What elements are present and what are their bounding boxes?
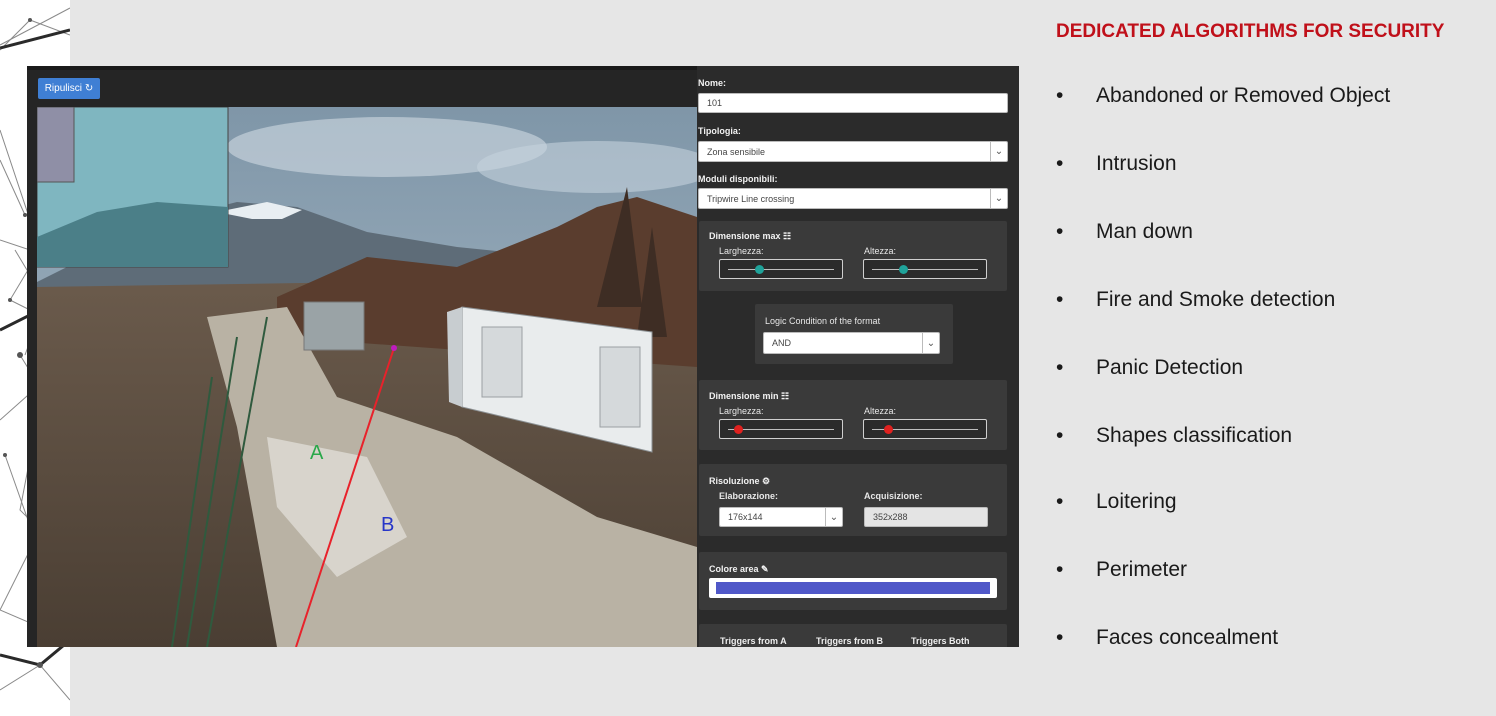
bullet-icon: • bbox=[1056, 424, 1064, 447]
list-item-label: Perimeter bbox=[1096, 558, 1188, 581]
list-item-label: Shapes classification bbox=[1096, 424, 1293, 447]
min-width-label: Larghezza: bbox=[719, 406, 764, 416]
list-item-label: Abandoned or Removed Object bbox=[1096, 84, 1391, 107]
max-dimension-box: Dimensione max ☷ Larghezza: Altezza: bbox=[699, 221, 1007, 291]
min-width-slider-knob[interactable] bbox=[734, 425, 744, 434]
bullet-icon: • bbox=[1056, 288, 1064, 311]
modules-select-value: Tripwire Line crossing bbox=[707, 193, 795, 204]
sliders-icon: ☷ bbox=[781, 391, 790, 401]
area-color-picker[interactable] bbox=[709, 578, 997, 598]
settings-panel: Nome: 101 Tipologia: Zona sensibile ⌄ Mo… bbox=[697, 66, 1019, 647]
type-select-value: Zona sensibile bbox=[707, 146, 766, 157]
max-dimension-label: Dimensione max bbox=[709, 231, 781, 241]
area-color-label: Colore area bbox=[709, 564, 759, 574]
processing-label: Elaborazione: bbox=[719, 491, 779, 501]
min-dimension-title: Dimensione min ☷ bbox=[709, 391, 789, 402]
bullet-icon: • bbox=[1056, 220, 1064, 243]
trigger-both[interactable]: Triggers Both bbox=[911, 636, 970, 646]
chevron-down-icon: ⌄ bbox=[922, 333, 939, 353]
bullet-icon: • bbox=[1056, 84, 1064, 107]
reset-button[interactable]: Ripulisci ↻ bbox=[38, 78, 100, 99]
max-dimension-title: Dimensione max ☷ bbox=[709, 231, 791, 242]
analytics-config-screenshot: A B Ripulisci ↻ Nome: 101 Tipologia: Zon… bbox=[27, 66, 1019, 647]
logic-condition-value: AND bbox=[772, 338, 792, 348]
bullet-icon: • bbox=[1056, 356, 1064, 379]
sliders-icon: ☷ bbox=[783, 231, 792, 241]
min-height-slider-knob[interactable] bbox=[883, 425, 893, 434]
type-label: Tipologia: bbox=[698, 126, 741, 136]
max-height-slider[interactable] bbox=[863, 259, 987, 279]
bullet-icon: • bbox=[1056, 558, 1064, 581]
bullet-icon: • bbox=[1056, 152, 1064, 175]
modules-label: Moduli disponibili: bbox=[698, 174, 778, 184]
list-item-label: Loitering bbox=[1096, 490, 1177, 513]
acquisition-label: Acquisizione: bbox=[864, 491, 923, 501]
chevron-down-icon: ⌄ bbox=[990, 142, 1007, 161]
min-dimension-box: Dimensione min ☷ Larghezza: Altezza: bbox=[699, 380, 1007, 450]
logic-condition-label: Logic Condition of the format bbox=[765, 316, 881, 326]
name-label: Nome: bbox=[698, 78, 727, 88]
area-color-title: Colore area ✎ bbox=[709, 564, 769, 575]
area-color-box: Colore area ✎ bbox=[699, 552, 1007, 610]
min-dimension-label: Dimensione min bbox=[709, 391, 779, 401]
processing-select[interactable]: 176x144 ⌄ bbox=[719, 507, 843, 527]
min-width-slider[interactable] bbox=[719, 419, 843, 439]
logic-condition-select[interactable]: AND ⌄ bbox=[763, 332, 940, 354]
max-width-slider-knob[interactable] bbox=[755, 265, 765, 274]
area-color-swatch bbox=[716, 582, 990, 594]
resolution-title: Risoluzione ⚙ bbox=[709, 476, 770, 487]
min-height-label: Altezza: bbox=[864, 406, 897, 416]
bullet-icon: • bbox=[1056, 626, 1064, 649]
refresh-icon: ↻ bbox=[84, 83, 94, 94]
max-width-slider[interactable] bbox=[719, 259, 843, 279]
bullet-icon: • bbox=[1056, 490, 1064, 513]
tripwire-side-b: B bbox=[381, 514, 394, 536]
list-item-label: Panic Detection bbox=[1096, 356, 1244, 379]
list-item-label: Intrusion bbox=[1096, 152, 1177, 175]
gears-icon: ⚙ bbox=[762, 476, 771, 486]
list-item-label: Faces concealment bbox=[1096, 626, 1279, 649]
max-height-label: Altezza: bbox=[864, 246, 897, 256]
reset-label: Ripulisci bbox=[44, 83, 82, 94]
max-width-label: Larghezza: bbox=[719, 246, 764, 256]
trigger-from-b[interactable]: Triggers from B bbox=[816, 636, 883, 646]
tripwire-side-a: A bbox=[310, 442, 324, 464]
list-item-label: Fire and Smoke detection bbox=[1096, 288, 1336, 311]
modules-select[interactable]: Tripwire Line crossing ⌄ bbox=[698, 188, 1008, 209]
type-select[interactable]: Zona sensibile ⌄ bbox=[698, 141, 1008, 162]
slide-title: DEDICATED ALGORITHMS FOR SECURITY bbox=[1056, 21, 1445, 42]
resolution-box: Risoluzione ⚙ Elaborazione: Acquisizione… bbox=[699, 464, 1007, 536]
camera-view[interactable]: A B bbox=[37, 107, 697, 647]
name-input[interactable]: 101 bbox=[698, 93, 1008, 113]
resolution-label: Risoluzione bbox=[709, 476, 760, 486]
list-item-label: Man down bbox=[1096, 220, 1193, 243]
logic-condition-box: Logic Condition of the format AND ⌄ bbox=[755, 304, 953, 364]
chevron-down-icon: ⌄ bbox=[990, 189, 1007, 208]
brush-icon: ✎ bbox=[761, 564, 769, 574]
max-height-slider-knob[interactable] bbox=[899, 265, 909, 274]
triggers-box: Triggers from A Triggers from B Triggers… bbox=[699, 624, 1007, 647]
trigger-from-a[interactable]: Triggers from A bbox=[720, 636, 787, 646]
acquisition-field: 352x288 bbox=[864, 507, 988, 527]
processing-value: 176x144 bbox=[728, 512, 763, 522]
min-height-slider[interactable] bbox=[863, 419, 987, 439]
chevron-down-icon: ⌄ bbox=[825, 508, 842, 526]
